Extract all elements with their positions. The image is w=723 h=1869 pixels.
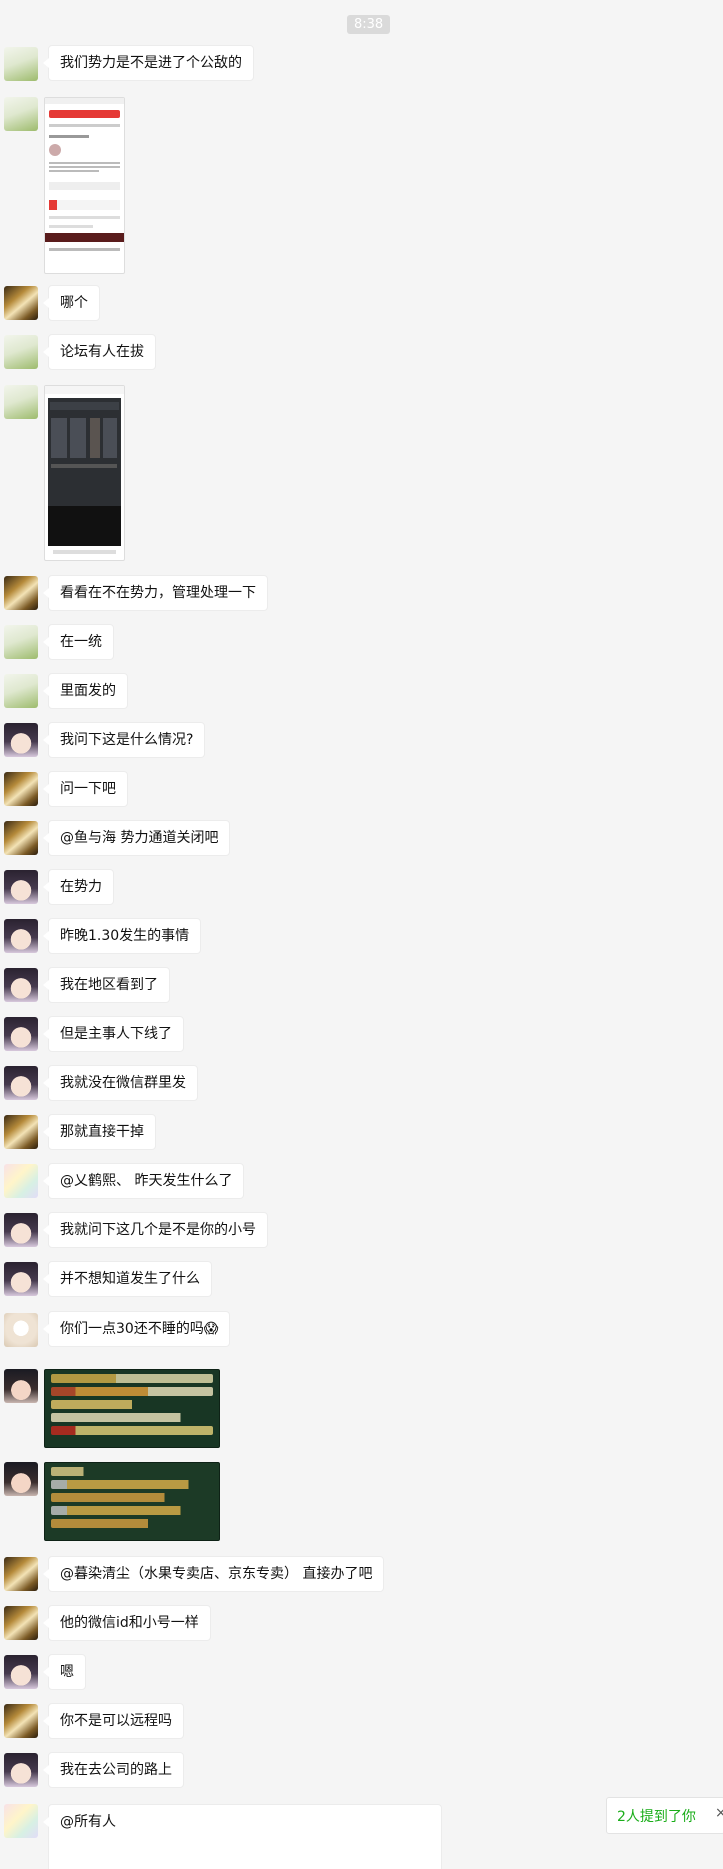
message-bubble: 我就没在微信群里发 bbox=[43, 1065, 198, 1101]
message-bubble: 在势力 bbox=[43, 869, 114, 905]
message-bubble: 但是主事人下线了 bbox=[43, 1016, 184, 1052]
avatar[interactable] bbox=[4, 1213, 38, 1247]
avatar[interactable] bbox=[4, 772, 38, 806]
message-bubble: 论坛有人在拔 bbox=[43, 334, 156, 370]
message-bubble: @暮染清尘（水果专卖店、京东专卖） 直接办了吧 bbox=[42, 1556, 385, 1592]
message-bubble: 里面发的 bbox=[43, 673, 128, 709]
avatar[interactable] bbox=[4, 1557, 38, 1591]
message-bubble: 哪个 bbox=[43, 285, 100, 321]
mention-notification-text[interactable]: 2人提到了你 bbox=[617, 1806, 696, 1826]
avatar[interactable] bbox=[4, 1262, 38, 1296]
avatar[interactable] bbox=[4, 821, 38, 855]
message-bubble: 在一统 bbox=[43, 624, 114, 660]
avatar[interactable] bbox=[4, 1606, 38, 1640]
message-bubble: 嗯 bbox=[43, 1654, 86, 1690]
message-bubble: 我就问下这几个是不是你的小号 bbox=[43, 1212, 268, 1248]
message-bubble: 并不想知道发生了什么 bbox=[43, 1261, 212, 1297]
mention-notification[interactable]: 2人提到了你 × bbox=[606, 1797, 723, 1834]
avatar[interactable] bbox=[4, 870, 38, 904]
avatar[interactable] bbox=[4, 625, 38, 659]
message-bubble: 那就直接干掉 bbox=[43, 1114, 156, 1150]
message-bubble: 他的微信id和小号一样 bbox=[43, 1605, 211, 1641]
avatar[interactable] bbox=[4, 1804, 38, 1838]
avatar[interactable] bbox=[4, 1017, 38, 1051]
avatar[interactable] bbox=[4, 1313, 38, 1347]
image-message-game[interactable] bbox=[44, 385, 125, 561]
avatar[interactable] bbox=[4, 286, 38, 320]
avatar[interactable] bbox=[4, 576, 38, 610]
image-message-chat-log[interactable] bbox=[44, 1462, 220, 1541]
message-bubble: 你们一点30还不睡的吗😱 bbox=[42, 1311, 231, 1347]
avatar[interactable] bbox=[4, 723, 38, 757]
avatar[interactable] bbox=[4, 335, 38, 369]
message-bubble: 看看在不在势力，管理处理一下 bbox=[43, 575, 268, 611]
message-bubble: 我在去公司的路上 bbox=[43, 1752, 184, 1788]
avatar[interactable] bbox=[4, 1164, 38, 1198]
message-bubble: @鱼与海 势力通道关闭吧 bbox=[42, 820, 231, 856]
message-bubble: @所有人 bbox=[43, 1804, 442, 1869]
message-bubble: 我在地区看到了 bbox=[43, 967, 170, 1003]
avatar[interactable] bbox=[4, 1704, 38, 1738]
avatar[interactable] bbox=[4, 1115, 38, 1149]
message-bubble: 我问下这是什么情况? bbox=[42, 722, 206, 758]
message-bubble: 昨晚1.30发生的事情 bbox=[42, 918, 202, 954]
timestamp-badge: 8:38 bbox=[347, 15, 391, 34]
close-icon[interactable]: × bbox=[715, 1805, 723, 1821]
avatar[interactable] bbox=[4, 919, 38, 953]
image-message-chat-log[interactable] bbox=[44, 1369, 220, 1448]
message-bubble: 我们势力是不是进了个公敌的 bbox=[43, 45, 254, 81]
avatar[interactable] bbox=[4, 968, 38, 1002]
avatar[interactable] bbox=[4, 47, 38, 81]
avatar[interactable] bbox=[4, 1753, 38, 1787]
avatar[interactable] bbox=[4, 1655, 38, 1689]
avatar[interactable] bbox=[4, 97, 38, 131]
message-bubble: 问一下吧 bbox=[43, 771, 128, 807]
avatar[interactable] bbox=[4, 385, 38, 419]
message-bubble: 你不是可以远程吗 bbox=[43, 1703, 184, 1739]
avatar[interactable] bbox=[4, 1066, 38, 1100]
avatar[interactable] bbox=[4, 1462, 38, 1496]
message-bubble: @乂鹤熙、 昨天发生什么了 bbox=[42, 1163, 245, 1199]
avatar[interactable] bbox=[4, 674, 38, 708]
avatar[interactable] bbox=[4, 1369, 38, 1403]
image-message-forum[interactable] bbox=[44, 97, 125, 274]
